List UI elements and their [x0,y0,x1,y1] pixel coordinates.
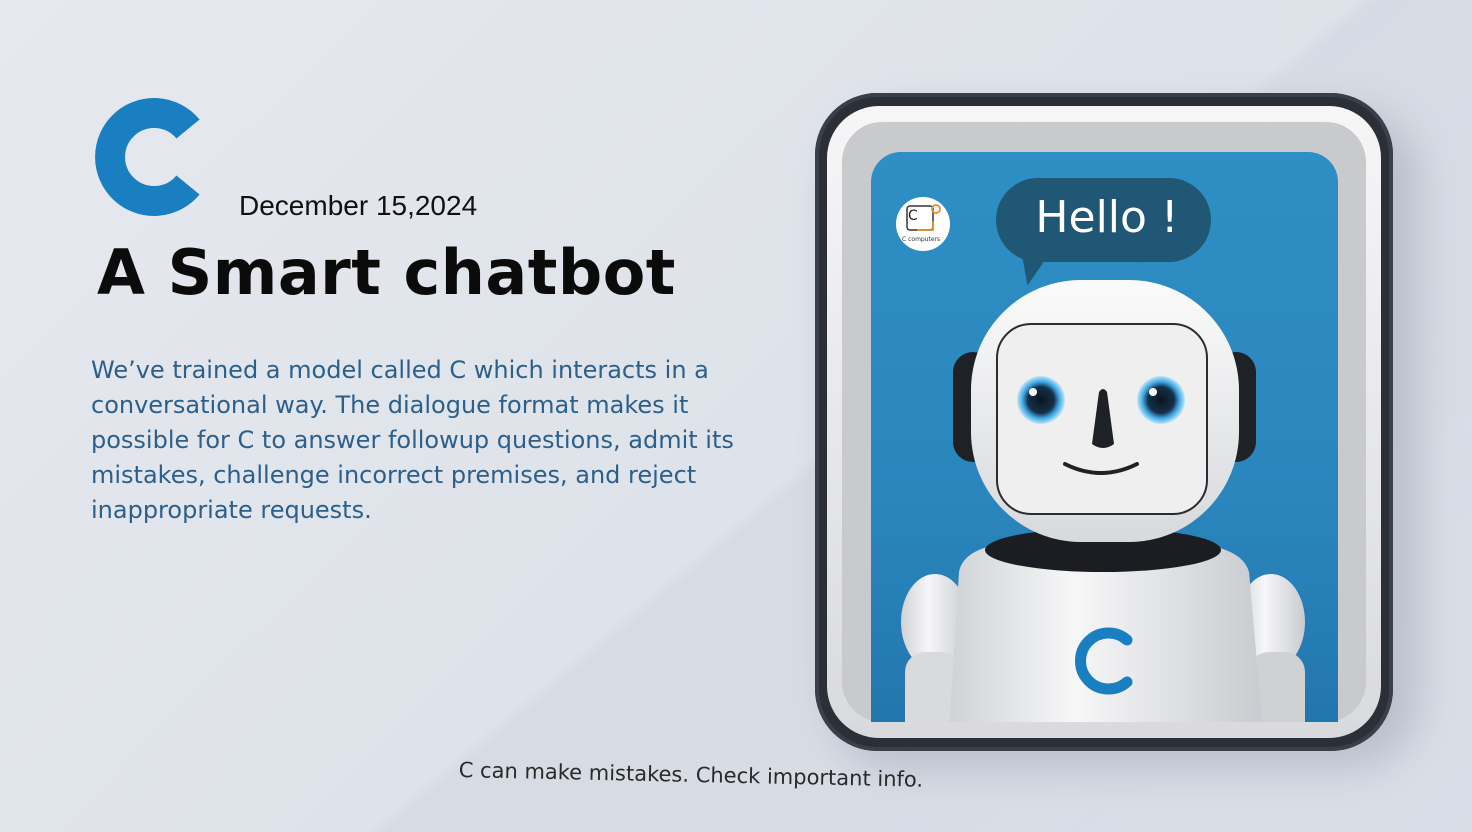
speech-bubble-text: Hello ! [1035,192,1179,243]
brand-c-logo [95,98,200,216]
page-title: A Smart chatbot [97,236,676,309]
robot-right-eye-glint [1149,388,1157,396]
description-line: mistakes, challenge incorrect premises, … [91,461,697,489]
robot-left-eye [1017,376,1065,424]
robot-right-eye [1137,376,1185,424]
disclaimer-text: C can make mistakes. Check important inf… [458,758,924,792]
description-line: conversational way. The dialogue format … [91,391,689,419]
c-computers-badge-letter: C [908,208,918,224]
robot-left-eye-glint [1029,388,1037,396]
c-computers-badge-label: C computers [902,236,941,243]
description-line: We’ve trained a model called C which int… [91,356,709,384]
speech-bubble-tail [1015,248,1051,288]
description-paragraph: We’ve trained a model called C which int… [91,353,761,528]
publish-date: December 15,2024 [239,190,478,221]
description-line: inappropriate requests. [91,496,372,524]
description-line: possible for C to answer followup questi… [91,426,734,454]
